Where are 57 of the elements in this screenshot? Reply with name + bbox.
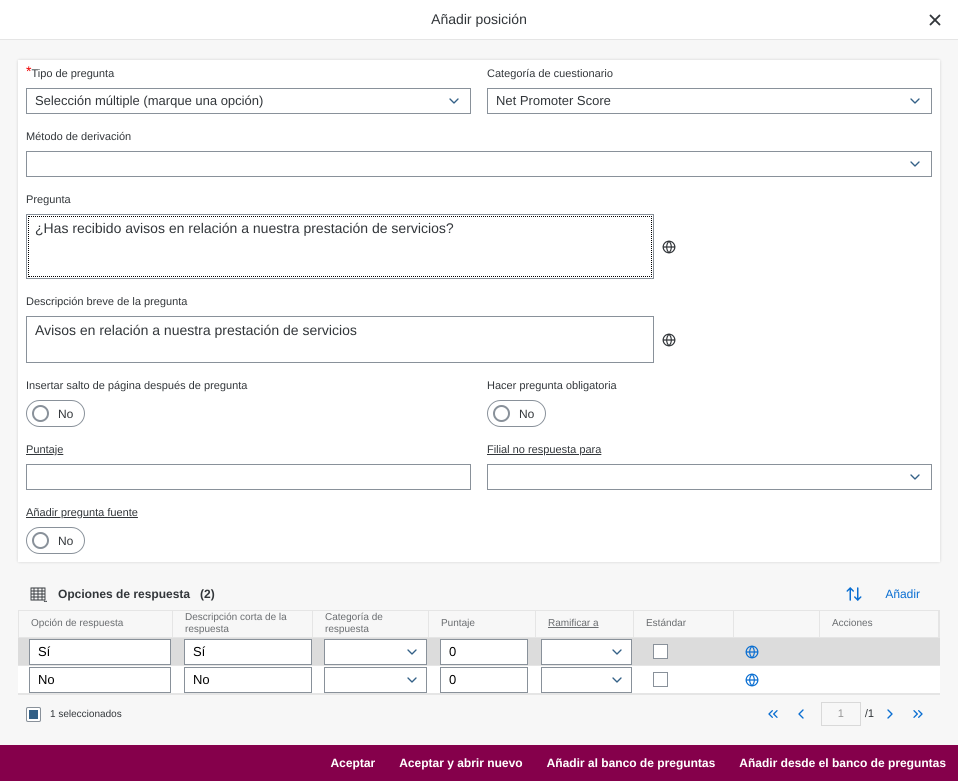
input-field[interactable]: 0 bbox=[440, 638, 528, 664]
column-header: Opción de respuesta bbox=[31, 618, 124, 630]
dropdown-field[interactable]: Net Promoter Score bbox=[487, 88, 932, 114]
column-header: Estándar bbox=[646, 618, 686, 630]
dropdown-field[interactable] bbox=[541, 666, 632, 692]
page-total: /1 bbox=[864, 706, 874, 722]
toggle-switch[interactable]: No bbox=[26, 527, 85, 554]
column-header: Acciones bbox=[832, 618, 873, 630]
input-field[interactable]: 0 bbox=[440, 666, 528, 692]
selection-indicator[interactable] bbox=[26, 706, 41, 722]
column-header: Puntaje bbox=[441, 618, 475, 630]
dropdown-field[interactable] bbox=[487, 464, 932, 490]
footer-button[interactable]: Añadir al banco de preguntas bbox=[546, 754, 716, 772]
add-link[interactable]: Añadir bbox=[885, 585, 920, 603]
section-title: Opciones de respuesta bbox=[58, 586, 190, 603]
input-field[interactable] bbox=[26, 464, 471, 490]
dropdown-field[interactable] bbox=[26, 151, 932, 177]
required-mark: * bbox=[26, 66, 32, 76]
column-header: Ramificar a bbox=[548, 618, 599, 630]
dialog-title: Añadir posición bbox=[431, 10, 527, 29]
field-label: Filial no respuesta para bbox=[487, 443, 602, 458]
column-header: Descripción corta de la respuesta bbox=[185, 612, 288, 636]
dropdown-field[interactable] bbox=[324, 666, 427, 692]
field-label: Añadir pregunta fuente bbox=[26, 506, 138, 521]
sort-icon[interactable] bbox=[845, 585, 864, 603]
input-field[interactable]: No bbox=[184, 666, 312, 692]
field-label: Puntaje bbox=[26, 443, 64, 458]
table-row[interactable]: No No 0 bbox=[18, 666, 940, 694]
field-label: Categoría de cuestionario bbox=[487, 67, 613, 82]
input-field[interactable]: No bbox=[29, 666, 171, 692]
field-label: Descripción breve de la pregunta bbox=[26, 295, 188, 310]
column-header: Categoría de respuesta bbox=[325, 612, 384, 636]
checkbox[interactable] bbox=[653, 672, 668, 687]
toggle-switch[interactable]: No bbox=[487, 400, 546, 427]
text-area[interactable]: Avisos en relación a nuestra prestación de servicios bbox=[26, 316, 654, 363]
footer-button[interactable]: Añadir desde el banco de preguntas bbox=[739, 754, 946, 772]
dropdown-field[interactable]: Selección múltiple (marque una opción) bbox=[26, 88, 471, 114]
field-label: Método de derivación bbox=[26, 130, 132, 145]
field-label: Pregunta bbox=[26, 193, 71, 208]
field-label: Hacer pregunta obligatoria bbox=[487, 379, 617, 394]
checkbox[interactable] bbox=[653, 644, 668, 659]
input-field[interactable]: Sí bbox=[29, 638, 171, 664]
toggle-switch[interactable]: No bbox=[26, 400, 85, 427]
item-count: (2) bbox=[200, 586, 215, 603]
input-field[interactable]: Sí bbox=[184, 638, 312, 664]
field-label: Insertar salto de página después de pregunta bbox=[26, 379, 248, 394]
globe-icon[interactable] bbox=[662, 240, 676, 254]
dropdown-field[interactable] bbox=[324, 638, 427, 664]
footer-button[interactable]: Aceptar y abrir nuevo bbox=[399, 754, 523, 772]
globe-icon[interactable] bbox=[662, 332, 676, 346]
table-row[interactable]: Sí Sí 0 bbox=[18, 638, 940, 666]
selection-count: 1 seleccionados bbox=[50, 708, 122, 722]
table-icon bbox=[30, 586, 47, 602]
field-label: Tipo de pregunta bbox=[31, 68, 114, 82]
text-area[interactable]: ¿Has recibido avisos en relación a nuestra prestación de servicios? bbox=[26, 214, 654, 279]
footer-button[interactable]: Aceptar bbox=[330, 754, 376, 772]
dropdown-field[interactable] bbox=[541, 638, 632, 664]
